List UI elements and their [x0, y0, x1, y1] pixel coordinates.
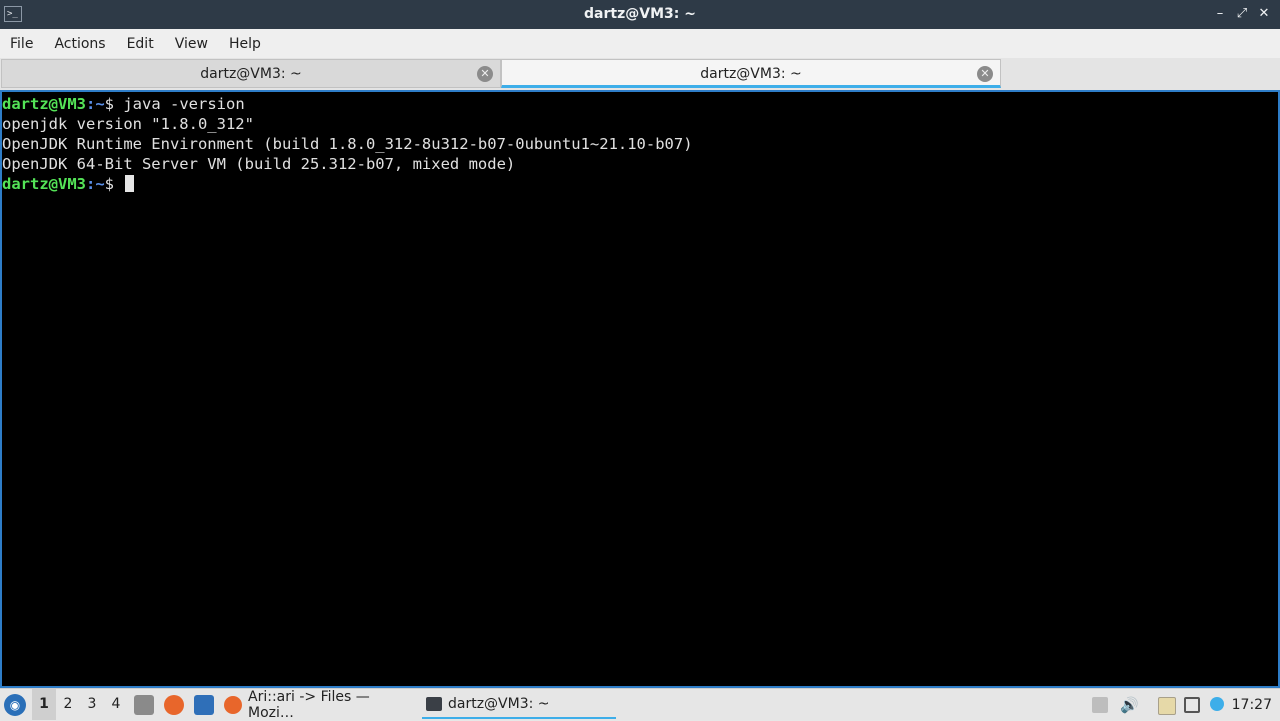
prompt-symbol: $	[104, 175, 124, 193]
desktop-icon[interactable]	[194, 695, 214, 715]
prompt-user: dartz@VM3	[2, 95, 86, 113]
menu-file[interactable]: File	[4, 36, 39, 52]
tab-1[interactable]: dartz@VM3: ~ ✕	[1, 59, 501, 88]
command-text: java -version	[123, 95, 245, 113]
workspace-1[interactable]: 1	[32, 689, 56, 720]
terminal-output-line: OpenJDK Runtime Environment (build 1.8.0…	[2, 135, 693, 153]
workspace-4[interactable]: 4	[104, 689, 128, 720]
tab-close-icon[interactable]: ✕	[977, 66, 993, 82]
menu-view[interactable]: View	[169, 36, 214, 52]
tab-bar: dartz@VM3: ~ ✕ dartz@VM3: ~ ✕	[0, 58, 1280, 91]
tab-label: dartz@VM3: ~	[200, 66, 302, 82]
prompt-path: :~	[86, 95, 105, 113]
window-title: dartz@VM3: ~	[584, 6, 696, 22]
menu-edit[interactable]: Edit	[121, 36, 160, 52]
restore-icon[interactable]: ⤢	[1234, 4, 1250, 24]
volume-icon[interactable]: 🔊	[1120, 697, 1139, 713]
menu-help[interactable]: Help	[223, 36, 267, 52]
taskbar: ◉ 1 2 3 4 Ari::ari -> Files — Mozi… dart…	[0, 688, 1280, 721]
clock[interactable]: 17:27	[1232, 689, 1272, 721]
start-menu-icon[interactable]: ◉	[4, 694, 26, 716]
task-firefox[interactable]: Ari::ari -> Files — Mozi…	[224, 689, 420, 721]
task-label: dartz@VM3: ~	[448, 696, 550, 712]
prompt-path: :~	[86, 175, 105, 193]
notification-icon[interactable]	[1210, 697, 1224, 711]
workspace-2[interactable]: 2	[56, 689, 80, 720]
workspace-3[interactable]: 3	[80, 689, 104, 720]
terminal-prompt-line[interactable]: dartz@VM3:~$	[2, 174, 1278, 194]
network-icon[interactable]	[1184, 697, 1200, 713]
terminal-view[interactable]: dartz@VM3:~$ java -version openjdk versi…	[0, 90, 1280, 688]
minimize-icon[interactable]: –	[1212, 4, 1228, 24]
terminal-output-line: openjdk version "1.8.0_312"	[2, 115, 254, 133]
terminal-output-line: OpenJDK 64-Bit Server VM (build 25.312-b…	[2, 155, 516, 173]
prompt-user: dartz@VM3	[2, 175, 86, 193]
window-titlebar[interactable]: >_ dartz@VM3: ~ – ⤢ ✕	[0, 0, 1280, 29]
menu-bar: File Actions Edit View Help	[0, 29, 1280, 58]
tab-label: dartz@VM3: ~	[700, 66, 802, 82]
tray-expand-icon[interactable]	[1092, 697, 1108, 713]
file-manager-icon[interactable]	[134, 695, 154, 715]
firefox-icon	[224, 696, 242, 714]
clipboard-icon[interactable]	[1158, 697, 1176, 715]
firefox-launcher-icon[interactable]	[164, 695, 184, 715]
terminal-icon	[426, 697, 442, 711]
menu-actions[interactable]: Actions	[48, 36, 111, 52]
task-label: Ari::ari -> Files — Mozi…	[248, 689, 370, 721]
prompt-symbol: $	[104, 95, 124, 113]
tab-2[interactable]: dartz@VM3: ~ ✕	[501, 59, 1001, 88]
terminal-command-line: dartz@VM3:~$ java -version	[2, 94, 1278, 114]
task-terminal[interactable]: dartz@VM3: ~	[422, 691, 616, 719]
text-cursor	[125, 175, 135, 192]
close-icon[interactable]: ✕	[1256, 4, 1272, 24]
tab-close-icon[interactable]: ✕	[477, 66, 493, 82]
